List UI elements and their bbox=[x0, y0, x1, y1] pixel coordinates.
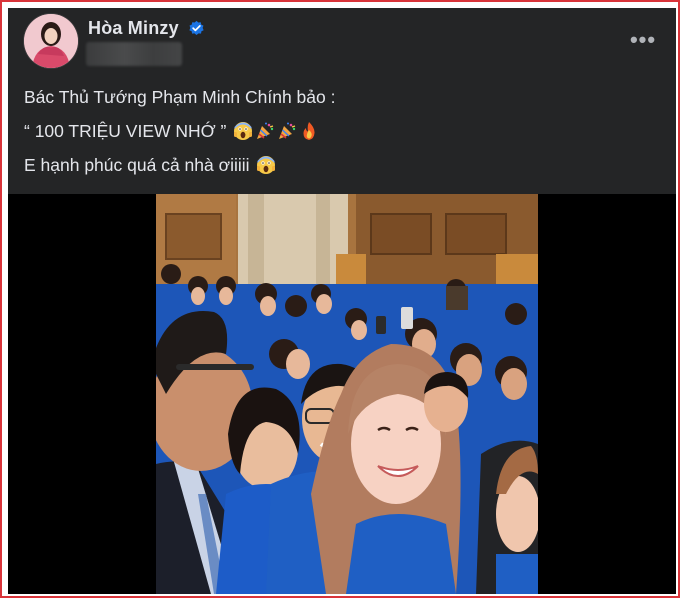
more-options-button[interactable]: ••• bbox=[626, 26, 660, 54]
author-name[interactable]: Hòa Minzy bbox=[88, 18, 179, 39]
author-avatar[interactable] bbox=[24, 14, 78, 68]
post-meta-blurred bbox=[86, 42, 182, 66]
face-screaming-icon bbox=[234, 122, 253, 140]
post-text: Bác Thủ Tướng Phạm Minh Chính bảo : “ 10… bbox=[24, 80, 664, 182]
facebook-post: Hòa Minzy ••• Bác Thủ Tướng Phạm Minh Ch… bbox=[8, 8, 676, 594]
screenshot-frame: Hòa Minzy ••• Bác Thủ Tướng Phạm Minh Ch… bbox=[0, 0, 680, 598]
post-line-text: “ 100 TRIỆU VIEW NHỚ ” bbox=[24, 121, 232, 141]
post-line-2: “ 100 TRIỆU VIEW NHỚ ” bbox=[24, 114, 664, 148]
post-media[interactable] bbox=[8, 194, 676, 594]
more-horizontal-icon: ••• bbox=[629, 27, 657, 52]
party-popper-icon bbox=[257, 122, 274, 139]
post-line-3: E hạnh phúc quá cả nhà ơiiiii bbox=[24, 148, 664, 182]
fire-icon bbox=[303, 122, 315, 140]
party-popper-icon bbox=[279, 122, 296, 139]
post-photo[interactable] bbox=[156, 194, 538, 594]
post-line-1: Bác Thủ Tướng Phạm Minh Chính bảo : bbox=[24, 80, 664, 114]
post-header: Hòa Minzy ••• bbox=[8, 8, 676, 74]
post-line-text: E hạnh phúc quá cả nhà ơiiiii bbox=[24, 155, 255, 175]
face-screaming-icon bbox=[257, 156, 276, 174]
verified-badge-icon bbox=[189, 20, 204, 35]
post-line-text: Bác Thủ Tướng Phạm Minh Chính bảo : bbox=[24, 87, 336, 107]
